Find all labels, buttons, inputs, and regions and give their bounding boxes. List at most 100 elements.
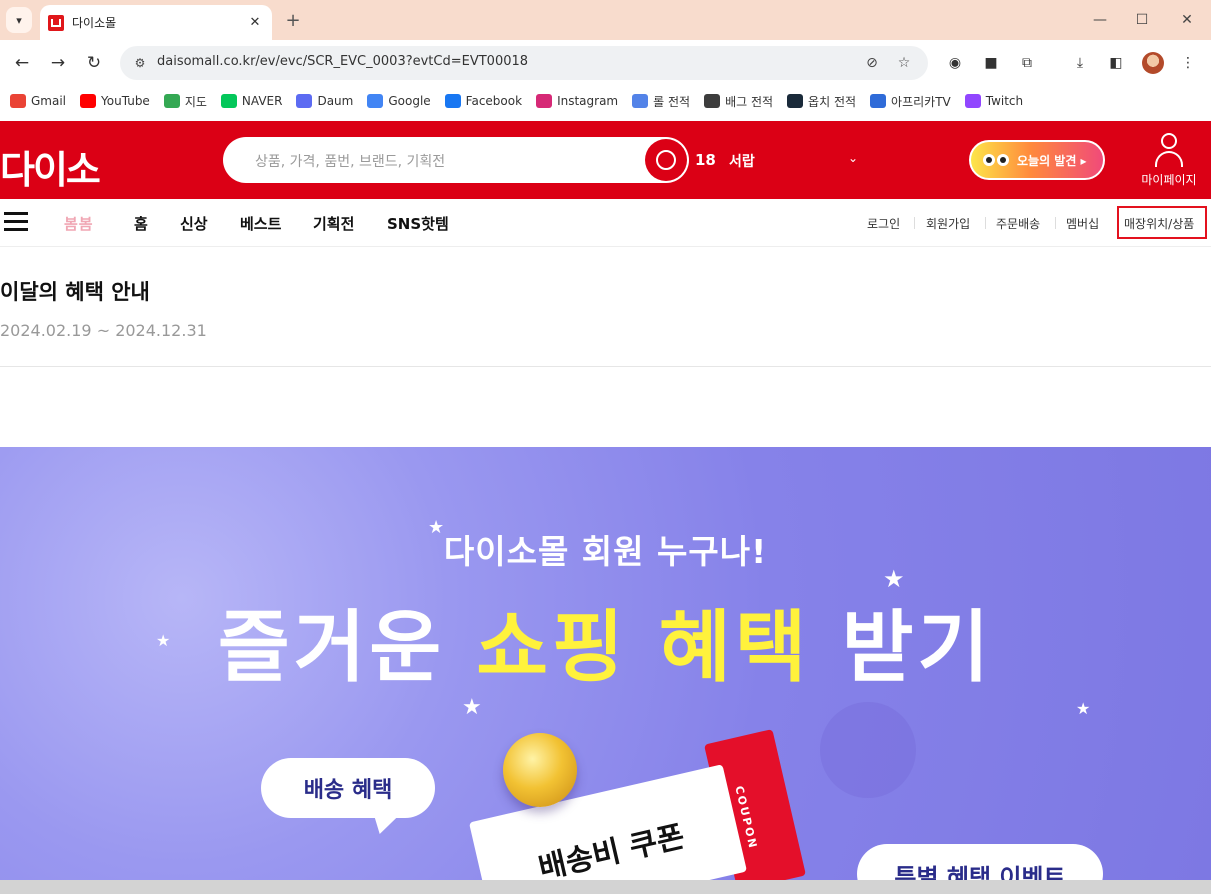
bookmark-item[interactable]: 롤 전적 [632,93,690,110]
banner-subtitle: 다이소몰 회원 누구나! [443,532,768,571]
divider [1055,217,1056,229]
nav-home[interactable]: 홈 [134,213,148,234]
profile-avatar[interactable] [1142,52,1164,74]
bookmark-label: Instagram [557,94,619,108]
orders-link[interactable]: 주문배송 [996,215,1040,232]
bookmark-item[interactable]: 아프리카TV [870,93,951,110]
divider [985,217,986,229]
extensions-puzzle-icon[interactable]: ⧉ [1015,51,1039,75]
twitch-icon [964,94,981,108]
opgg-icon [632,94,649,108]
bookmark-item[interactable]: Facebook [444,94,523,108]
special-event-pill: 특별 혜택 이벤트 [857,844,1103,880]
forward-icon[interactable]: → [46,51,70,75]
tab-title: 다이소몰 [72,16,117,30]
google-icon [367,94,384,108]
active-tab[interactable]: 다이소몰 ✕ [40,5,272,40]
coupon-label: 배송비 쿠폰 [535,819,688,880]
bookmark-item[interactable]: 배그 전적 [704,93,773,110]
maximize-icon[interactable]: ☐ [1130,8,1154,32]
discover-label: 오늘의 발견 ▸ [1017,153,1087,168]
url-text[interactable]: daisomall.co.kr/ev/evc/SCR_EVC_0003?evtC… [157,54,528,69]
page-title: 이달의 혜택 안내 [0,280,150,304]
nav-special[interactable]: 기획전 [313,213,354,234]
daum-icon [296,94,313,108]
new-tab-icon[interactable]: + [282,9,304,31]
hamburger-menu-icon[interactable] [4,212,28,232]
bookmark-item[interactable]: Daum [296,94,353,108]
store-locator-link[interactable]: 매장위치/상품 [1124,215,1194,232]
eyes-icon [983,154,1011,166]
bookmark-item[interactable]: 지도 [163,93,207,110]
bookmarks-bar: Gmail YouTube 지도 NAVER Daum Google Facebook Ins… [0,86,1211,116]
maps-icon [163,94,180,108]
location-blocked-icon[interactable]: ⊘ [860,51,884,75]
menu-kebab-icon[interactable]: ⋮ [1176,51,1200,75]
tab-strip: ▾ 다이소몰 ✕ + — ☐ ✕ [0,0,1211,40]
decorative-circle [820,702,916,798]
bookmark-item[interactable]: YouTube [80,94,150,108]
bookmark-item[interactable]: NAVER [220,94,283,108]
close-tab-icon[interactable]: ✕ [246,14,264,32]
bookmark-label: Daum [317,94,354,108]
side-panel-icon[interactable]: ◧ [1104,51,1128,75]
window-close-icon[interactable]: ✕ [1175,8,1199,32]
extension-icon[interactable]: ■ [979,51,1003,75]
download-icon[interactable]: ⤓ [1068,51,1092,75]
bookmark-item[interactable]: Twitch [964,94,1024,108]
user-icon [1151,131,1187,167]
screenshot-icon[interactable]: ◉ [943,51,967,75]
bookmark-label: Twitch [985,94,1024,108]
browser-window: ▾ 다이소몰 ✕ + — ☐ ✕ ← → ↻ ⚙ daisomall.co.kr… [0,0,1211,894]
nav-new[interactable]: 신상 [180,213,208,234]
youtube-icon [80,94,97,108]
membership-link[interactable]: 멤버십 [1066,215,1099,232]
naver-icon [220,94,237,108]
todays-discovery-button[interactable]: 오늘의 발견 ▸ [969,140,1105,180]
minimize-icon[interactable]: — [1088,8,1112,32]
tab-search-icon[interactable]: ▾ [6,7,32,33]
bookmark-label: 배그 전적 [725,94,774,109]
afreecatv-icon [870,94,887,108]
chevron-down-icon[interactable]: ⌄ [848,151,858,165]
search-box[interactable]: 상품, 가격, 품번, 브랜드, 기획전 [223,137,689,183]
browser-toolbar: ← → ↻ ⚙ daisomall.co.kr/ev/evc/SCR_EVC_0… [0,40,1211,86]
divider [914,217,915,229]
star-icon: ★ [462,695,482,720]
instagram-icon [536,94,553,108]
star-icon: ★ [1076,699,1091,718]
search-placeholder[interactable]: 상품, 가격, 품번, 브랜드, 기획전 [255,151,445,171]
site-info-icon[interactable]: ⚙ [128,51,152,75]
address-bar[interactable]: ⚙ daisomall.co.kr/ev/evc/SCR_EVC_0003?ev… [120,46,928,80]
signup-link[interactable]: 회원가입 [926,215,970,232]
search-button[interactable] [645,139,687,181]
back-icon[interactable]: ← [10,51,34,75]
trending-rank[interactable]: 18 [695,151,716,169]
bookmark-star-icon[interactable]: ☆ [892,51,916,75]
trending-keyword[interactable]: 서랍 [729,151,755,171]
bookmark-label: Gmail [31,94,67,108]
bottom-bar [0,880,1211,894]
bookmark-item[interactable]: 옵치 전적 [787,93,856,110]
mypage-label: 마이페이지 [1141,173,1197,187]
nav-sns-hot[interactable]: SNS핫템 [387,213,449,234]
bookmark-label: Facebook [465,94,523,108]
bookmark-label: NAVER [241,94,283,108]
mypage-button[interactable]: 마이페이지 [1136,131,1202,188]
shipping-benefit-bubble: 배송 혜택 [261,758,435,818]
bookmark-label: 아프리카TV [891,94,951,109]
bookmark-label: Google [388,94,431,108]
bookmark-item[interactable]: Gmail [10,94,66,108]
login-link[interactable]: 로그인 [867,215,900,232]
bombom-logo[interactable]: 봄봄 [64,213,94,234]
facebook-icon [444,94,461,108]
nav-best[interactable]: 베스트 [240,213,281,234]
pubg-icon [704,94,721,108]
bookmark-item[interactable]: Instagram [536,94,618,108]
daiso-logo[interactable]: 다이소 [0,139,101,194]
banner-headline: 즐거운 쇼핑 혜택 받기 [0,585,1211,697]
bookmark-label: YouTube [101,94,150,108]
bookmark-item[interactable]: Google [367,94,431,108]
reload-icon[interactable]: ↻ [82,51,106,75]
search-icon [656,150,676,170]
